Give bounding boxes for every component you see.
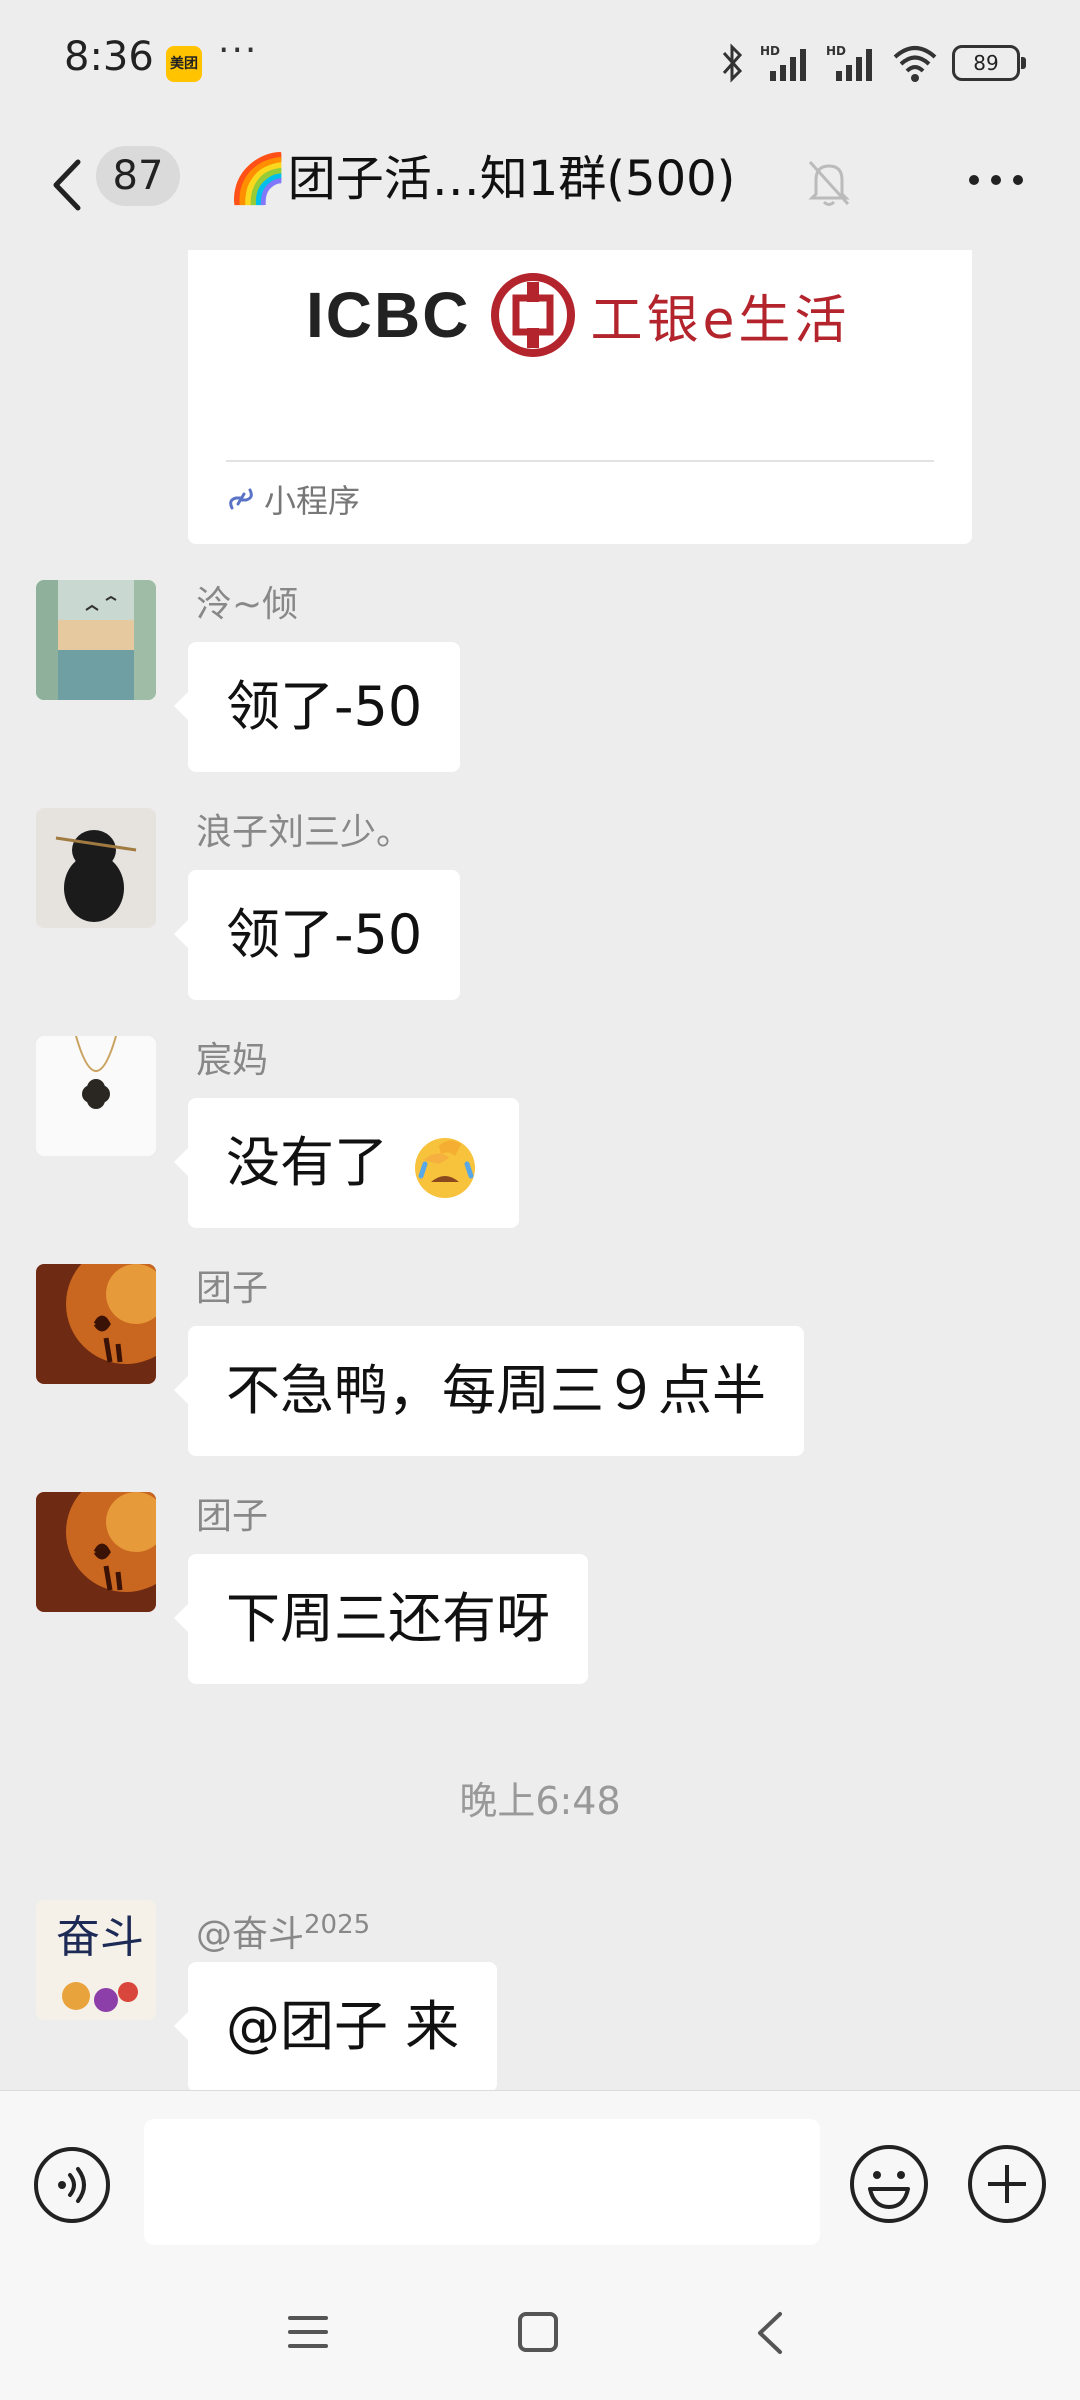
more-options-icon[interactable]	[964, 160, 1028, 200]
status-time: 8:36	[64, 34, 154, 80]
recent-apps-icon[interactable]	[286, 2310, 330, 2354]
battery-indicator: 89	[952, 45, 1026, 81]
sender-name: 团子	[196, 1496, 269, 1537]
icbc-en-text: ICBC	[306, 279, 471, 351]
status-icons: HD HD 89	[720, 38, 1026, 88]
status-bar: 8:36 美团 ··· HD HD 89	[0, 0, 1080, 120]
avatar-shadow-sunset[interactable]	[36, 1264, 156, 1384]
chat-timestamp: 晚上6:48	[459, 1779, 621, 1823]
message-bubble[interactable]: 下周三还有呀	[174, 1554, 588, 1684]
system-navigation-bar	[0, 2280, 1080, 2400]
mute-bell-icon	[808, 160, 850, 206]
mini-program-label: 小程序	[226, 476, 360, 522]
message-bubble[interactable]: @团子 来	[173, 1962, 498, 2090]
bluetooth-icon	[722, 43, 743, 83]
unread-count-badge[interactable]: 87	[96, 146, 180, 206]
avatar-necklace[interactable]	[36, 1036, 156, 1156]
avatar-beach[interactable]	[36, 580, 156, 700]
svg-text:HD: HD	[760, 44, 780, 58]
signal-hd-2-icon: HD	[826, 44, 872, 81]
emoji-icon[interactable]	[848, 2143, 930, 2225]
facepalm-crying-emoji-icon	[415, 1138, 476, 1199]
card-divider	[226, 460, 934, 462]
voice-input-icon[interactable]	[32, 2145, 112, 2225]
mini-program-card[interactable]: ICBC 工银e生活 小程序	[188, 250, 972, 544]
sender-name: 团子	[196, 1268, 269, 1309]
mini-program-type: 小程序	[264, 482, 361, 520]
message-bubble[interactable]: 领了-50	[173, 870, 461, 1000]
sender-name: @奋斗2025	[196, 1900, 370, 1960]
sender-name: 浪子刘三少。	[196, 812, 413, 853]
avatar-text: 奋斗	[56, 1912, 144, 1963]
sender-name-sup: 2025	[304, 1910, 371, 1940]
icbc-cn-text: 工银e生活	[590, 290, 851, 351]
meituan-app-icon: 美团	[166, 46, 202, 82]
icbc-logo: ICBC 工银e生活	[306, 270, 850, 360]
sender-name-text: @奋斗	[196, 1914, 305, 1955]
wifi-icon	[893, 46, 937, 82]
avatar-dog[interactable]	[36, 808, 156, 928]
avatar-fendou[interactable]: 奋斗	[36, 1900, 156, 2020]
sender-name: 泠~倾	[196, 584, 299, 625]
message-bubble[interactable]: 领了-50	[173, 642, 461, 772]
message-bubble[interactable]: 不急鸭，每周三９点半	[174, 1326, 804, 1456]
avatar-art: 奋斗	[36, 1900, 156, 2020]
signal-hd-1-icon: HD	[760, 44, 806, 81]
link-icon	[229, 488, 253, 510]
icbc-emblem-icon	[491, 273, 576, 357]
home-icon[interactable]	[516, 2310, 560, 2354]
message-bubble[interactable]: 没有了	[173, 1098, 520, 1228]
chat-title: 🌈团子活…知1群(500)	[228, 151, 736, 207]
sender-name: 宸妈	[196, 1040, 269, 1081]
system-back-icon[interactable]	[752, 2308, 788, 2358]
message-text: 没有了	[226, 1131, 388, 1194]
chat-header: 87 🌈团子活…知1群(500)	[0, 120, 1080, 250]
status-more-indicator: ···	[218, 30, 259, 71]
back-arrow-icon[interactable]	[40, 150, 100, 220]
message-list[interactable]: ICBC 工银e生活 小程序 泠~倾 领了-50 浪子刘三少。 领了-50 宸妈…	[0, 250, 1080, 2090]
message-input[interactable]	[144, 2119, 820, 2245]
svg-text:HD: HD	[826, 44, 846, 58]
avatar-shadow-sunset[interactable]	[36, 1492, 156, 1612]
plus-icon[interactable]	[966, 2143, 1048, 2225]
input-bar	[0, 2090, 1080, 2281]
